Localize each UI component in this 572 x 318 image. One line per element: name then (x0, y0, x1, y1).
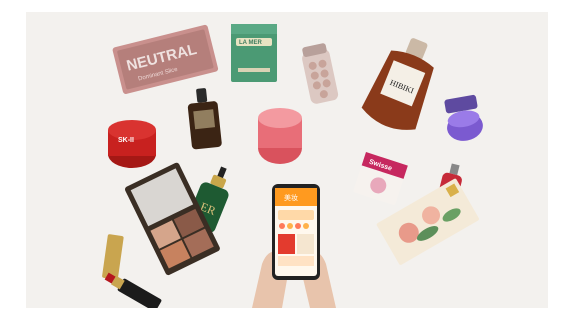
la-mer-label: LA MER (239, 40, 262, 46)
product-flatlay-photo: NEUTRAL Dominant Slice LA MER HIBIKI SK-… (26, 12, 548, 308)
phone-app-header: 美妆 (284, 193, 298, 202)
la-mer-box: LA MER (231, 24, 277, 82)
smartphone: 美妆 (272, 184, 320, 280)
pink-cream-jar (258, 108, 302, 164)
red-cream-jar: SK-II (108, 120, 156, 168)
sk2-label: SK-II (118, 137, 134, 144)
